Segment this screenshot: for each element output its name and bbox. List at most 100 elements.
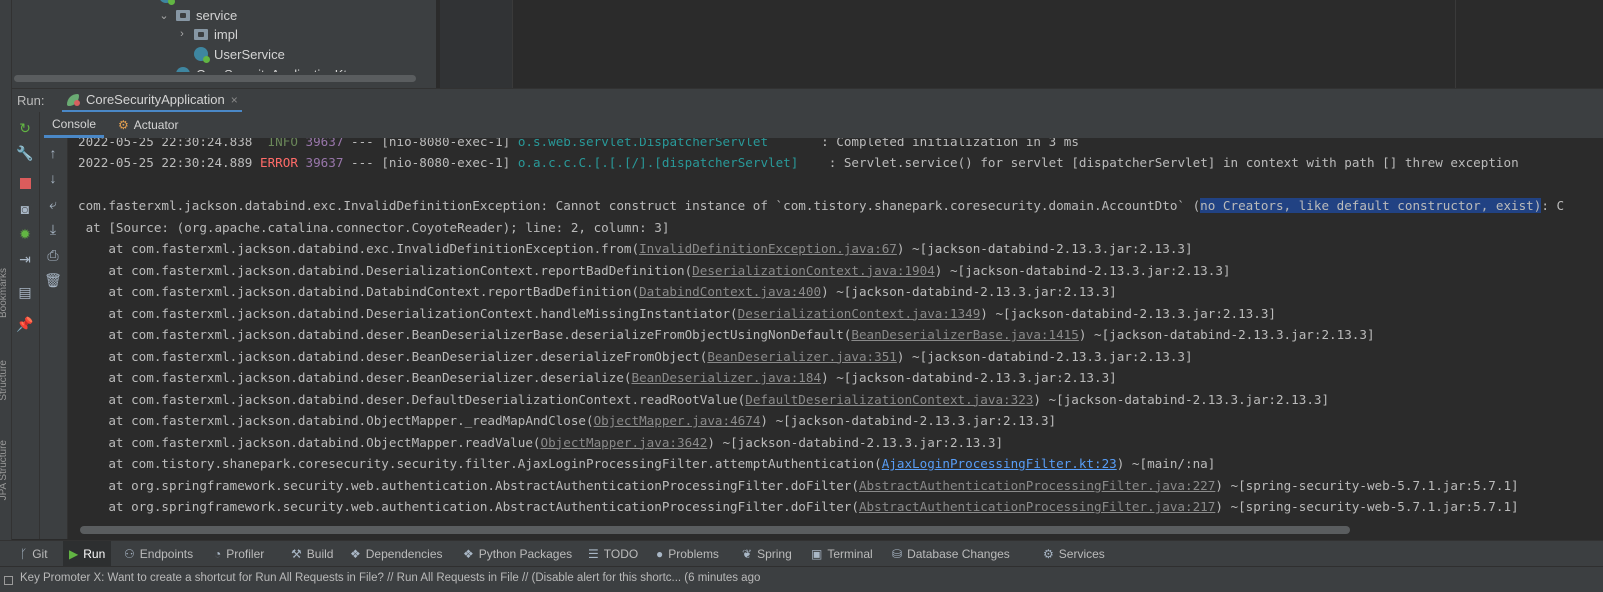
exception-text: com.fasterxml.jackson.databind.exc.Inval… xyxy=(78,198,1201,213)
tree-item-label: impl xyxy=(214,26,238,42)
frame-source-link[interactable]: InvalidDefinitionException.java:67 xyxy=(639,241,897,256)
frame-method: at com.fasterxml.jackson.databind.Object… xyxy=(78,413,594,428)
frame-method: at com.fasterxml.jackson.databind.Deseri… xyxy=(78,262,693,278)
frame-source-link[interactable]: DefaultDeserializationContext.java:323 xyxy=(745,392,1033,407)
actuator-icon: ⚙ xyxy=(118,118,129,132)
bookmarks-stripe-button[interactable]: Bookmarks xyxy=(0,268,9,318)
frame-source-link[interactable]: DeserializationContext.java:1349 xyxy=(738,306,981,321)
status-message[interactable]: Key Promoter X: Want to create a shortcu… xyxy=(20,572,774,584)
tool-button-run[interactable]: ▶ Run xyxy=(63,541,112,567)
run-icon: ▶ xyxy=(69,547,79,561)
frame-jar: ) ~[jackson-databind-2.13.3.jar:2.13.3] xyxy=(821,370,1117,385)
frame-source-link[interactable]: DatabindContext.java:400 xyxy=(639,284,821,299)
todo-list-icon: ☰ xyxy=(588,547,599,561)
frame-jar: ) ~[jackson-databind-2.13.3.jar:2.13.3] xyxy=(1078,327,1375,342)
exit-icon[interactable]: ⇥ xyxy=(15,249,35,269)
tool-button-build[interactable]: ⚒ Build xyxy=(285,541,339,567)
arrow-up-icon[interactable]: ↑ xyxy=(43,143,63,163)
log-message: : Servlet.service() for servlet [dispatc… xyxy=(798,155,1519,170)
structure-stripe-button[interactable]: Structure xyxy=(0,360,9,401)
arrow-down-icon[interactable]: ↓ xyxy=(43,168,63,188)
git-branch-icon: ᚴ xyxy=(20,547,28,561)
tool-button-git[interactable]: ᚴ Git xyxy=(14,541,54,567)
problems-icon: ● xyxy=(656,547,664,561)
editor-gutter xyxy=(440,0,513,88)
hammer-icon: ⚒ xyxy=(291,547,302,561)
frame-method: at org.springframework.security.web.auth… xyxy=(78,499,859,514)
log-logger: o.s.web.servlet.DispatcherServlet xyxy=(517,138,769,149)
scroll-to-end-icon[interactable]: ⤓ xyxy=(43,219,63,239)
dependencies-icon: ❖ xyxy=(350,547,361,561)
log-message: : Completed initialization in 3 ms xyxy=(768,138,1079,149)
package-folder-icon xyxy=(194,28,208,40)
tool-button-terminal[interactable]: ▣ Terminal xyxy=(805,541,879,567)
exception-text-tail: : C xyxy=(1541,198,1565,213)
package-folder-icon xyxy=(176,9,190,21)
log-logger: o.a.c.c.C.[.[.[/].[dispatcherServlet] xyxy=(517,155,799,170)
frame-source-link[interactable]: ObjectMapper.java:3642 xyxy=(541,435,708,450)
camera-icon[interactable]: ◙ xyxy=(15,199,35,219)
debug-bug-icon[interactable]: ✹ xyxy=(15,224,35,244)
wrench-icon[interactable]: 🔧 xyxy=(15,143,35,163)
rerun-icon[interactable]: ↻ xyxy=(15,118,35,138)
status-square-icon[interactable] xyxy=(4,576,13,585)
tool-button-problems[interactable]: ● Problems xyxy=(650,541,725,567)
frame-jar: ) ~[jackson-databind-2.13.3.jar:2.13.3] xyxy=(980,305,1276,321)
print-icon[interactable]: ⎙ xyxy=(43,245,63,265)
chevron-down-icon[interactable]: ⌄ xyxy=(158,9,170,22)
tool-button-profiler[interactable]: ◔ Profiler xyxy=(208,541,270,567)
interface-icon xyxy=(194,47,210,63)
frame-jar: ) ~[jackson-databind-2.13.3.jar:2.13.3] xyxy=(707,434,1004,450)
trash-icon[interactable]: 🗑 xyxy=(43,270,63,290)
pin-icon[interactable]: 📌 xyxy=(15,314,35,334)
tab-console[interactable]: Console xyxy=(44,112,105,138)
tree-item-service[interactable]: ⌄ service xyxy=(158,5,237,25)
stack-frame-line: at com.fasterxml.jackson.databind.deser.… xyxy=(78,368,1117,388)
frame-source-link[interactable]: AjaxLoginProcessingFilter.kt:23 xyxy=(882,456,1117,471)
tool-button-services[interactable]: ⚙ Services xyxy=(1037,541,1111,567)
tool-button-endpoints[interactable]: ⚇ Endpoints xyxy=(118,541,199,567)
stack-frame-line: at com.fasterxml.jackson.databind.deser.… xyxy=(78,390,1329,410)
editor-area[interactable] xyxy=(513,0,1603,88)
class-icon xyxy=(159,0,175,5)
frame-source-link[interactable]: DeserializationContext.java:1904 xyxy=(692,263,935,278)
console-horizontal-scrollbar[interactable] xyxy=(80,526,1350,534)
frame-jar: ) ~[main/:na] xyxy=(1116,456,1216,471)
frame-source-link[interactable]: FilterChainProxy.java:336 xyxy=(722,521,912,524)
chevron-right-icon[interactable]: › xyxy=(176,28,188,40)
frame-source-link[interactable]: BeanDeserializer.java:184 xyxy=(632,370,822,385)
tool-button-label: Problems xyxy=(668,547,719,561)
frame-source-link[interactable]: AbstractAuthenticationProcessingFilter.j… xyxy=(859,499,1215,514)
console-tab-bar: Console ⚙ Actuator xyxy=(40,112,1603,138)
stack-frame-line: at com.fasterxml.jackson.databind.Deseri… xyxy=(78,261,1230,281)
console-output[interactable]: 2022-05-25 22:30:24.838 INFO 39637 --- [… xyxy=(68,138,1603,523)
tool-button-label: Spring xyxy=(757,547,792,561)
tool-button-todo[interactable]: ☰ TODO xyxy=(582,541,644,567)
tool-button-label: Python Packages xyxy=(478,547,573,561)
frame-source-link[interactable]: BeanDeserializerBase.java:1415 xyxy=(851,327,1078,342)
soft-wrap-icon[interactable]: ⤶ xyxy=(43,194,63,214)
tool-button-label: Database Changes xyxy=(907,547,1010,561)
frame-source-link[interactable]: AbstractAuthenticationProcessingFilter.j… xyxy=(859,478,1215,493)
tool-button-python-packages[interactable]: ❖ Python Packages xyxy=(457,541,578,567)
tool-button-dependencies[interactable]: ❖ Dependencies xyxy=(344,541,449,567)
layout-icon[interactable]: ▤ xyxy=(15,282,35,302)
frame-source-link[interactable]: BeanDeserializer.java:351 xyxy=(707,349,897,364)
tool-button-label: TODO xyxy=(603,547,639,561)
tree-horizontal-scrollbar[interactable] xyxy=(14,75,416,82)
tab-actuator-label: Actuator xyxy=(133,118,179,132)
frame-jar: ) ~[spring-security-web-5.7.1.jar:5.7.1] xyxy=(1215,477,1519,493)
tree-item-impl[interactable]: › impl xyxy=(176,24,238,44)
frame-source-link[interactable]: ObjectMapper.java:4674 xyxy=(594,413,761,428)
close-icon[interactable]: × xyxy=(231,93,238,107)
run-configuration-tab[interactable]: CoreSecurityApplication × xyxy=(62,89,242,113)
tree-item-userservice[interactable]: UserService xyxy=(194,44,285,64)
tab-actuator[interactable]: ⚙ Actuator xyxy=(110,112,186,138)
stop-icon[interactable] xyxy=(15,173,35,193)
frame-jar: ) ~[jackson-databind-2.13.3.jar:2.13.3] xyxy=(896,241,1193,256)
tool-button-database-changes[interactable]: ⛁ Database Changes xyxy=(886,541,1016,567)
tool-button-spring[interactable]: ❦ Spring xyxy=(736,541,798,567)
tool-window-bar: ᚴ Git ▶ Run ⚇ Endpoints ◔ Profiler ⚒ Build ❖ Depend… xyxy=(0,540,1603,567)
stack-frame-line: at org.springframework.security.web.auth… xyxy=(78,497,1518,517)
jpa-structure-stripe-button[interactable]: JPA Structure xyxy=(0,440,9,500)
